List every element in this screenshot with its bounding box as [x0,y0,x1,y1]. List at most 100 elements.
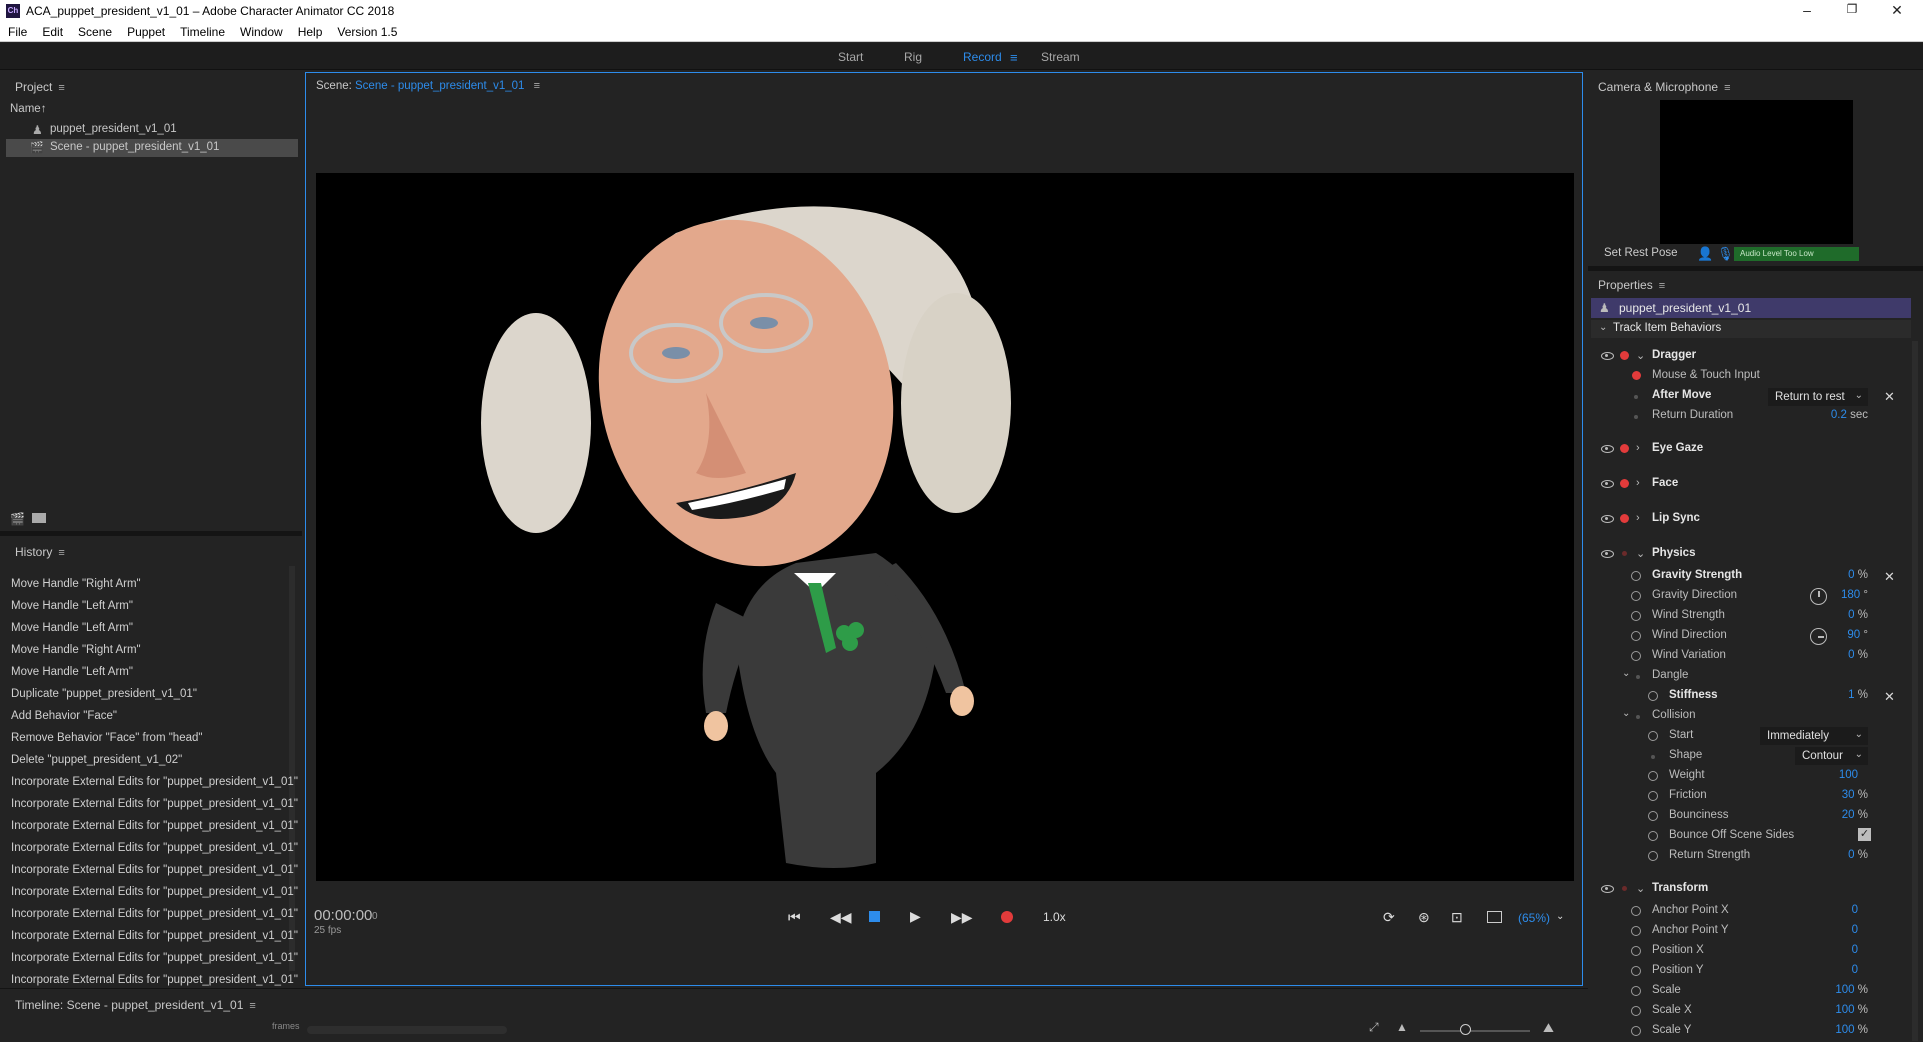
history-item[interactable]: Delete "puppet_president_v1_02" [11,754,182,766]
start-dropdown[interactable]: Immediately ⌄ [1760,727,1868,745]
stopwatch-icon[interactable] [1648,691,1658,701]
wind-strength-value[interactable]: 0 % [1808,609,1868,621]
eye-icon[interactable] [1601,550,1614,558]
zoom-out-icon[interactable]: ▲ [1396,1020,1408,1034]
project-item-selected[interactable]: 🎬 Scene - puppet_president_v1_01 [6,139,298,157]
stopwatch-icon[interactable] [1631,591,1641,601]
history-item[interactable]: Incorporate External Edits for "puppet_p… [11,930,298,942]
behavior-lip-sync[interactable]: › Lip Sync [1588,512,1908,532]
menu-help[interactable]: Help [290,22,330,39]
workspace-menu-icon[interactable]: ≡ [1010,50,1018,65]
stopwatch-icon[interactable] [1631,986,1641,996]
wind-variation-value[interactable]: 0 % [1808,649,1868,661]
timeline-zoom-slider[interactable] [1420,1030,1530,1032]
arm-record-icon[interactable] [1622,551,1627,556]
eye-icon[interactable] [1601,352,1614,360]
history-item[interactable]: Incorporate External Edits for "puppet_p… [11,776,298,788]
wind-direction-value[interactable]: 90 ° [1828,629,1868,641]
tab-start[interactable]: Start [838,50,863,64]
menu-edit[interactable]: Edit [34,22,70,39]
history-item[interactable]: Incorporate External Edits for "puppet_p… [11,908,298,920]
history-item[interactable]: Move Handle "Right Arm" [11,578,141,590]
scale-x-value[interactable]: 100 % [1808,1004,1868,1016]
scale-value[interactable]: 100 % [1808,984,1868,996]
history-item[interactable]: Move Handle "Right Arm" [11,644,141,656]
history-item[interactable]: Incorporate External Edits for "puppet_p… [11,842,298,854]
reset-icon[interactable]: ✕ [1884,689,1895,705]
remove-behavior-icon[interactable]: ✕ [1884,389,1895,405]
arm-record-icon[interactable] [1620,351,1629,360]
reset-icon[interactable]: ✕ [1884,569,1895,585]
return-duration-value[interactable]: 0.2 sec [1818,409,1868,421]
stopwatch-icon[interactable] [1631,611,1641,621]
history-item[interactable]: Incorporate External Edits for "puppet_p… [11,864,298,876]
zoom-in-icon[interactable]: ⛰ [1543,1020,1554,1036]
direction-dial-icon[interactable] [1810,588,1827,605]
position-x-value[interactable]: 0 [1808,944,1858,956]
stopwatch-icon[interactable] [1648,831,1658,841]
arm-record-icon[interactable] [1622,886,1627,891]
arm-record-icon[interactable] [1620,514,1629,523]
step-back-icon[interactable]: ◀◀ [830,909,852,926]
eye-icon[interactable] [1601,445,1614,453]
history-item[interactable]: Incorporate External Edits for "puppet_p… [11,886,298,898]
menu-puppet[interactable]: Puppet [119,22,172,39]
scene-menu-icon[interactable]: ≡ [534,80,540,92]
chevron-right-icon[interactable]: › [1636,512,1640,524]
stopwatch-icon[interactable] [1631,651,1641,661]
bounce-off-checkbox[interactable]: ✓ [1858,828,1871,841]
menu-timeline[interactable]: Timeline [172,22,232,39]
history-item[interactable]: Incorporate External Edits for "puppet_p… [11,820,298,832]
position-y-value[interactable]: 0 [1808,964,1858,976]
chevron-down-icon[interactable]: ⌄ [1622,708,1630,719]
behavior-face[interactable]: › Face [1588,477,1908,497]
scene-stage[interactable] [316,173,1574,881]
direction-dial-icon[interactable] [1810,628,1827,645]
arm-record-icon[interactable] [1620,479,1629,488]
new-scene-icon[interactable]: 🎬 [10,512,25,526]
minimize-button[interactable]: – [1787,2,1827,18]
record-button[interactable] [1001,911,1013,923]
history-item[interactable]: Incorporate External Edits for "puppet_p… [11,974,298,986]
weight-value[interactable]: 100 [1808,769,1858,781]
behavior-dragger[interactable]: ⌄ Dragger [1588,349,1908,369]
history-item[interactable]: Add Behavior "Face" [11,710,117,722]
stopwatch-icon[interactable] [1648,731,1658,741]
menu-file[interactable]: File [0,22,34,39]
history-item[interactable]: Duplicate "puppet_president_v1_01" [11,688,197,700]
eye-icon[interactable] [1601,480,1614,488]
scale-y-value[interactable]: 100 % [1808,1024,1868,1036]
zoom-dropdown-icon[interactable]: ⌄ [1556,911,1564,922]
stopwatch-icon[interactable] [1631,1006,1641,1016]
tab-stream[interactable]: Stream [1041,50,1080,64]
gravity-direction-value[interactable]: 180 ° [1828,589,1868,601]
microphone-icon[interactable]: 🎙 [1717,246,1734,262]
camera-toggle-icon[interactable]: 👤 [1697,246,1713,262]
stopwatch-icon[interactable] [1631,631,1641,641]
timeline-scrollbar[interactable] [307,1026,507,1034]
stopwatch-icon[interactable] [1631,906,1641,916]
track-item-behaviors-header[interactable]: ⌄ Track Item Behaviors [1591,320,1911,338]
chevron-down-icon[interactable]: ⌄ [1636,349,1645,362]
stopwatch-icon[interactable] [1631,946,1641,956]
camera-menu-icon[interactable]: ≡ [1724,82,1730,94]
restore-button[interactable]: ❐ [1832,2,1872,16]
history-item[interactable]: Move Handle "Left Arm" [11,622,133,634]
bounciness-value[interactable]: 20 % [1808,809,1868,821]
project-menu-icon[interactable]: ≡ [58,82,64,94]
properties-menu-icon[interactable]: ≡ [1659,280,1665,292]
go-to-start-icon[interactable]: ⏮ [788,909,801,926]
stop-icon[interactable] [869,911,880,922]
stopwatch-icon[interactable] [1631,966,1641,976]
puppet-header[interactable]: ♟ puppet_president_v1_01 [1591,298,1911,318]
history-item[interactable]: Move Handle "Left Arm" [11,666,133,678]
arm-record-icon[interactable] [1632,371,1641,380]
puppet-figure[interactable] [316,173,1574,881]
project-item[interactable]: ♟ puppet_president_v1_01 [6,121,298,139]
eye-icon[interactable] [1601,515,1614,523]
stopwatch-icon[interactable] [1648,771,1658,781]
anchor-y-value[interactable]: 0 [1808,924,1858,936]
stopwatch-icon[interactable] [1631,571,1641,581]
timeline-menu-icon[interactable]: ≡ [249,1000,255,1012]
set-rest-pose-button[interactable]: Set Rest Pose [1604,247,1678,259]
